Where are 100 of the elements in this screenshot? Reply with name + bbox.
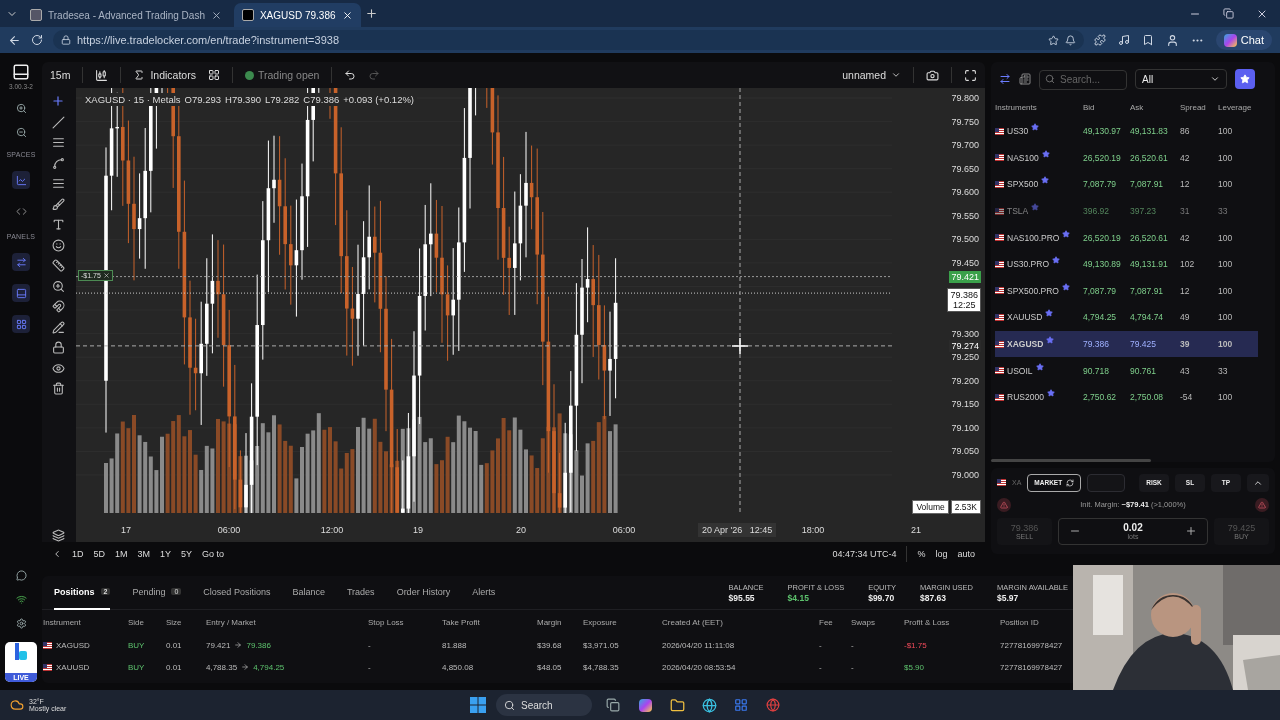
instrument-name[interactable]: XAGUSD bbox=[995, 330, 1083, 358]
undo-icon[interactable] bbox=[344, 69, 357, 81]
favorite-icon[interactable] bbox=[1047, 34, 1059, 46]
instrument-name[interactable]: US30 bbox=[995, 118, 1083, 145]
task-view-icon[interactable] bbox=[606, 698, 620, 712]
trade-panel-button[interactable] bbox=[12, 253, 30, 271]
text-icon[interactable] bbox=[51, 218, 65, 231]
pattern-icon[interactable] bbox=[51, 156, 65, 170]
chart-space-button[interactable] bbox=[12, 171, 30, 189]
news-icon[interactable] bbox=[1019, 73, 1031, 85]
trend-line-icon[interactable] bbox=[51, 115, 65, 129]
favorites-button[interactable] bbox=[1235, 69, 1255, 89]
positions-tab[interactable]: Balance bbox=[292, 575, 325, 610]
copilot-icon[interactable] bbox=[638, 698, 652, 712]
crosshair-icon[interactable] bbox=[51, 94, 65, 108]
instruments-icon[interactable] bbox=[999, 73, 1011, 85]
favorite-star-icon[interactable] bbox=[1031, 123, 1040, 132]
fullscreen-icon[interactable] bbox=[964, 68, 977, 82]
instrument-name[interactable]: USOIL bbox=[995, 357, 1083, 384]
scale-option[interactable]: % bbox=[917, 549, 926, 559]
favorites-icon[interactable] bbox=[1141, 34, 1154, 46]
plus-icon[interactable] bbox=[1185, 525, 1197, 538]
scale-option[interactable]: auto bbox=[957, 549, 975, 559]
new-tab-icon[interactable] bbox=[364, 7, 378, 20]
browser-icon[interactable] bbox=[701, 697, 717, 713]
brush-icon[interactable] bbox=[51, 197, 65, 211]
positions-tab[interactable]: Order History bbox=[396, 575, 451, 610]
magnet-icon[interactable] bbox=[51, 300, 65, 313]
emoji-icon[interactable] bbox=[51, 238, 65, 252]
browser-tab[interactable]: XAGUSD 79.386 bbox=[233, 3, 361, 27]
ruler-icon[interactable] bbox=[51, 259, 65, 272]
positions-panel-button[interactable] bbox=[12, 284, 30, 302]
range-button[interactable]: 5Y bbox=[181, 549, 193, 559]
layers-icon[interactable] bbox=[51, 529, 65, 542]
pencil-icon[interactable] bbox=[51, 320, 65, 334]
positions-tab[interactable]: Alerts bbox=[472, 575, 496, 610]
timeframe-button[interactable]: 15m bbox=[50, 69, 71, 81]
back-icon[interactable] bbox=[8, 33, 21, 47]
range-button[interactable]: 1Y bbox=[160, 549, 172, 559]
range-button[interactable]: 5D bbox=[93, 549, 106, 559]
extensions-icon[interactable] bbox=[1093, 34, 1106, 46]
favorite-star-icon[interactable] bbox=[1062, 282, 1070, 291]
browser-tab[interactable]: Tradesea - Advanced Trading Dash bbox=[22, 3, 230, 27]
range-button[interactable]: 1M bbox=[115, 549, 128, 559]
close-icon[interactable] bbox=[341, 9, 353, 21]
candlestick-icon[interactable] bbox=[95, 68, 109, 82]
taskbar-search[interactable]: Search bbox=[496, 694, 592, 716]
scale-option[interactable]: log bbox=[935, 549, 948, 559]
layout-panel-button[interactable] bbox=[12, 315, 30, 333]
instrument-name[interactable]: RUS2000 bbox=[995, 383, 1083, 411]
favorite-star-icon[interactable] bbox=[1046, 336, 1055, 345]
range-button[interactable]: 3M bbox=[137, 549, 151, 559]
grid-icon[interactable] bbox=[207, 69, 220, 81]
chat-button[interactable]: Chat bbox=[1215, 30, 1272, 50]
restore-icon[interactable] bbox=[1223, 7, 1234, 19]
lock-icon[interactable] bbox=[51, 341, 65, 354]
reload-icon[interactable] bbox=[31, 34, 43, 46]
positions-tab[interactable]: Closed Positions bbox=[203, 575, 271, 610]
channel-icon[interactable] bbox=[51, 177, 65, 190]
favorite-star-icon[interactable] bbox=[1035, 362, 1044, 371]
search-field[interactable]: Search... bbox=[1039, 69, 1127, 90]
folder-icon[interactable] bbox=[669, 697, 685, 713]
instrument-name[interactable]: SPX500 bbox=[995, 171, 1083, 198]
favorite-star-icon[interactable] bbox=[1046, 389, 1055, 398]
zoom-out-icon[interactable] bbox=[15, 127, 27, 138]
lines-icon[interactable] bbox=[51, 136, 65, 149]
scroll-back-icon[interactable] bbox=[52, 549, 62, 559]
range-button[interactable]: 1D bbox=[72, 549, 84, 559]
favorite-star-icon[interactable] bbox=[1041, 176, 1050, 185]
store-icon[interactable] bbox=[734, 698, 748, 712]
chat-icon[interactable] bbox=[15, 570, 27, 581]
favorite-star-icon[interactable] bbox=[1045, 309, 1054, 318]
bell-icon[interactable] bbox=[1064, 34, 1076, 46]
favorite-star-icon[interactable] bbox=[1052, 256, 1061, 265]
profile-icon[interactable] bbox=[1165, 33, 1179, 47]
filter-select[interactable]: All bbox=[1135, 69, 1227, 89]
zoom-in-icon[interactable] bbox=[15, 103, 27, 114]
instrument-name[interactable]: US30.PRO bbox=[995, 250, 1083, 278]
favorite-star-icon[interactable] bbox=[1062, 229, 1071, 238]
close-icon[interactable] bbox=[102, 272, 110, 279]
favorite-star-icon[interactable] bbox=[1041, 149, 1050, 158]
instrument-name[interactable]: XAUUSD bbox=[995, 304, 1083, 331]
redo-icon[interactable] bbox=[368, 69, 381, 81]
media-icon[interactable] bbox=[1117, 34, 1130, 46]
layout-button[interactable]: unnamed bbox=[842, 69, 901, 81]
close-icon[interactable] bbox=[210, 9, 222, 21]
trash-icon[interactable] bbox=[51, 382, 65, 395]
positions-tab[interactable]: Trades bbox=[346, 575, 375, 610]
goto-button[interactable]: Go to bbox=[202, 549, 225, 559]
globe-icon[interactable] bbox=[766, 698, 780, 712]
start-icon[interactable] bbox=[470, 697, 486, 713]
instrument-name[interactable]: SPX500.PRO bbox=[995, 277, 1083, 305]
camera-icon[interactable] bbox=[926, 68, 939, 82]
input-field[interactable] bbox=[1087, 473, 1126, 492]
zoom-in-icon[interactable] bbox=[51, 279, 65, 293]
instrument-name[interactable]: NAS100 bbox=[995, 144, 1083, 172]
settings-icon[interactable] bbox=[15, 618, 27, 629]
address-field[interactable]: https://live.tradelocker.com/en/trade?instrument=3938 bbox=[53, 30, 1084, 50]
eye-icon[interactable] bbox=[51, 361, 65, 375]
instrument-name[interactable]: NAS100.PRO bbox=[995, 224, 1083, 251]
